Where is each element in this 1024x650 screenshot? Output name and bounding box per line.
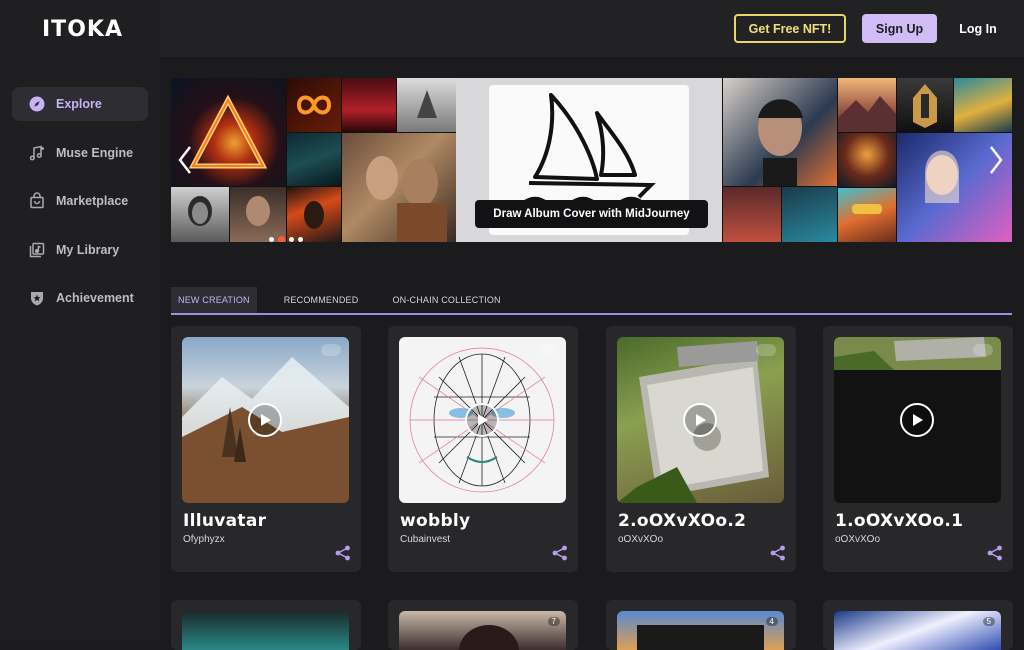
creation-card[interactable]	[171, 600, 361, 650]
carousel-dot[interactable]	[289, 237, 294, 242]
card-title[interactable]: Illuvatar	[183, 511, 266, 531]
sidebar: ITOKA Explore Muse Engine Marketplace My…	[0, 0, 160, 640]
card-author[interactable]: Cubainvest	[400, 534, 450, 545]
tab-on-chain-collection[interactable]: ON-CHAIN COLLECTION	[385, 287, 507, 313]
card-thumbnail[interactable]	[834, 337, 1001, 503]
share-icon[interactable]	[335, 545, 351, 561]
media-count-badge	[756, 344, 776, 356]
creation-card[interactable]: 1.oOXvXOo.1 oOXvXOo	[823, 326, 1013, 572]
sidebar-item-achievement[interactable]: Achievement	[12, 281, 148, 315]
sign-up-button[interactable]: Sign Up	[862, 14, 937, 43]
carousel-dots	[269, 236, 303, 242]
creation-card[interactable]: wobbly Cubainvest	[388, 326, 578, 572]
card-author[interactable]: oOXvXOo	[618, 534, 663, 545]
media-count-badge: 7	[547, 617, 560, 626]
banner-artwork	[723, 78, 837, 186]
media-count-badge: 4	[765, 617, 778, 626]
play-icon[interactable]	[248, 403, 282, 437]
play-icon[interactable]	[683, 403, 717, 437]
sidebar-item-marketplace[interactable]: Marketplace	[12, 184, 148, 218]
chevron-right-icon	[990, 146, 1003, 174]
banner-artwork	[171, 187, 229, 242]
share-icon[interactable]	[770, 545, 786, 561]
banner-artwork	[397, 78, 456, 132]
card-title[interactable]: wobbly	[400, 511, 470, 531]
chevron-left-icon	[178, 146, 191, 174]
banner-artwork	[838, 133, 896, 187]
share-icon[interactable]	[552, 545, 568, 561]
creation-card[interactable]: 7	[388, 600, 578, 650]
media-count-badge: 5	[982, 617, 995, 626]
banner-artwork	[230, 187, 286, 242]
itoka-logo[interactable]: ITOKA	[42, 17, 123, 42]
banner-artwork	[954, 78, 1012, 132]
banner-main-slide[interactable]: Draw Album Cover with MidJourney	[456, 78, 722, 242]
creation-card[interactable]: 5	[823, 600, 1013, 650]
banner-artwork	[838, 78, 896, 132]
banner-artwork	[287, 133, 341, 186]
card-thumbnail[interactable]: 5	[834, 611, 1001, 650]
sidebar-item-label: My Library	[56, 242, 120, 257]
card-thumbnail[interactable]	[617, 337, 784, 503]
card-thumbnail[interactable]	[182, 337, 349, 503]
carousel-dot[interactable]	[269, 237, 274, 242]
card-thumbnail[interactable]: 7	[399, 611, 566, 650]
share-icon[interactable]	[987, 545, 1003, 561]
shield-badge-icon	[28, 289, 46, 307]
card-author[interactable]: Ofyphyzx	[183, 534, 225, 545]
banner-artwork	[723, 187, 781, 242]
log-in-button[interactable]: Log In	[948, 14, 1008, 43]
banner-artwork	[897, 78, 953, 132]
play-icon[interactable]	[900, 403, 934, 437]
sidebar-nav: Explore Muse Engine Marketplace My Libra…	[12, 87, 148, 330]
tab-recommended[interactable]: RECOMMENDED	[277, 287, 366, 313]
content-tabs: NEW CREATION RECOMMENDED ON-CHAIN COLLEC…	[171, 287, 1012, 315]
sidebar-item-explore[interactable]: Explore	[12, 87, 148, 121]
banner-artwork	[838, 188, 896, 242]
shopping-bag-icon	[28, 192, 46, 210]
banner-artwork	[782, 187, 837, 242]
featured-banner-carousel[interactable]: Draw Album Cover with MidJourney	[171, 78, 1012, 242]
carousel-dot-active[interactable]	[278, 236, 285, 242]
sidebar-item-label: Explore	[56, 97, 102, 111]
card-title[interactable]: 2.oOXvXOo.2	[618, 511, 746, 531]
media-count-badge	[321, 344, 341, 356]
card-author[interactable]: oOXvXOo	[835, 534, 880, 545]
media-count-badge	[973, 344, 993, 356]
sidebar-item-label: Muse Engine	[56, 145, 134, 160]
sidebar-item-label: Marketplace	[56, 194, 129, 208]
card-thumbnail[interactable]	[399, 337, 566, 503]
creation-card[interactable]: Illuvatar Ofyphyzx	[171, 326, 361, 572]
play-icon[interactable]	[465, 403, 499, 437]
music-note-icon	[28, 144, 46, 162]
card-title[interactable]: 1.oOXvXOo.1	[835, 511, 963, 531]
creation-card[interactable]: 4	[606, 600, 796, 650]
banner-caption[interactable]: Draw Album Cover with MidJourney	[475, 200, 708, 228]
sidebar-item-my-library[interactable]: My Library	[12, 233, 148, 267]
top-header: Get Free NFT! Sign Up Log In	[160, 0, 1024, 57]
carousel-dot[interactable]	[298, 237, 303, 242]
carousel-prev-button[interactable]	[173, 142, 197, 178]
tab-new-creation[interactable]: NEW CREATION	[171, 287, 257, 313]
banner-artwork	[287, 78, 341, 132]
creation-card[interactable]: 2.oOXvXOo.2 oOXvXOo	[606, 326, 796, 572]
card-thumbnail[interactable]	[182, 611, 349, 650]
library-icon	[28, 241, 46, 259]
compass-icon	[28, 95, 46, 113]
banner-artwork	[287, 187, 341, 242]
sidebar-item-muse-engine[interactable]: Muse Engine	[12, 136, 148, 170]
card-thumbnail[interactable]: 4	[617, 611, 784, 650]
banner-artwork	[342, 78, 396, 132]
get-free-nft-button[interactable]: Get Free NFT!	[734, 14, 846, 43]
media-count-badge	[538, 344, 558, 356]
sidebar-item-label: Achievement	[56, 291, 134, 305]
carousel-next-button[interactable]	[984, 142, 1008, 178]
banner-artwork	[342, 133, 456, 242]
